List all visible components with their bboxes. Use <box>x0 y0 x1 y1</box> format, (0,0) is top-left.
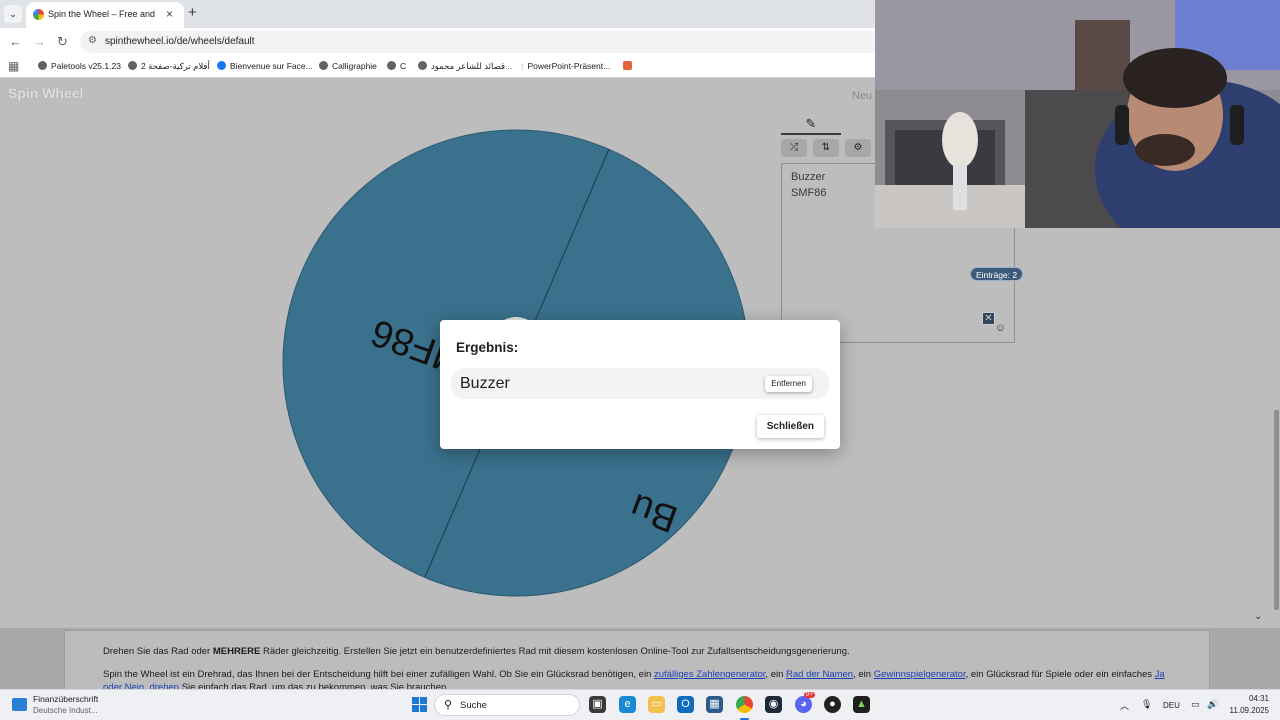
entries-count-badge: Einträge: 2 <box>970 267 1024 281</box>
store-icon[interactable]: ▦ <box>706 696 723 713</box>
reload-icon[interactable]: ↻ <box>57 34 68 50</box>
bookmark-item[interactable]: Paletools v25.1.23 <box>38 61 121 71</box>
bookmark-item[interactable]: Calligraphie <box>319 61 377 71</box>
microphone-icon[interactable]: 🎙 <box>1141 699 1152 710</box>
facebook-icon <box>217 61 226 70</box>
url-text: spinthewheel.io/de/wheels/default <box>105 36 255 47</box>
steam-icon[interactable]: ◉ <box>765 696 782 713</box>
widget-subtitle[interactable]: Deutsche Indust... <box>33 706 97 715</box>
network-icon[interactable]: ▭ <box>1191 699 1200 710</box>
shuffle-button[interactable]: ⤮ <box>781 139 807 157</box>
sort-icon: ⇅ <box>821 142 831 153</box>
app-icon[interactable]: ▲ <box>853 696 870 713</box>
tray-expand-icon[interactable]: ︿ <box>1120 699 1129 712</box>
back-icon[interactable]: ← <box>9 34 22 49</box>
result-row: Buzzer Entfernen <box>450 368 830 399</box>
shuffle-icon: ⤮ <box>790 142 798 153</box>
volume-icon[interactable]: 🔊 <box>1207 699 1218 710</box>
site-favicon-icon <box>33 9 44 20</box>
dialog-title: Ergebnis: <box>456 340 519 355</box>
globe-icon <box>319 61 328 70</box>
close-icon[interactable]: ✕ <box>982 312 995 325</box>
search-icon: ⚲ <box>444 699 453 711</box>
powerpoint-icon: ⁞ <box>521 62 524 72</box>
entry-line: Buzzer <box>791 171 826 183</box>
webcam-image <box>875 0 1280 228</box>
bookmark-item[interactable]: Bienvenue sur Face... <box>217 61 313 71</box>
tab-close-icon[interactable]: × <box>166 7 173 21</box>
site-logo[interactable]: Spin Wheel <box>8 85 83 101</box>
random-number-link[interactable]: zufälliges Zahlengenerator <box>654 669 765 680</box>
bookmark-item[interactable]: أفلام تركية-صفحة 2 <box>128 61 210 72</box>
info-paragraph-1: Drehen Sie das Rad oder MEHRERE Räder gl… <box>103 646 850 657</box>
windows-start-icon[interactable] <box>412 697 427 712</box>
globe-icon <box>418 61 427 70</box>
sort-button[interactable]: ⇅ <box>813 139 839 157</box>
gear-icon: ⚙ <box>853 142 863 153</box>
settings-button[interactable]: ⚙ <box>845 139 871 157</box>
bookmark-item[interactable] <box>623 61 636 71</box>
close-button[interactable]: Schließen <box>756 415 824 438</box>
obs-icon[interactable]: ● <box>824 696 841 713</box>
search-placeholder: Suche <box>460 700 487 711</box>
tab-title: Spin the Wheel – Free and easy <box>48 9 158 19</box>
widget-title[interactable]: Finanzüberschrift <box>33 694 98 704</box>
bookmark-item[interactable]: قصائد للشاعر محمود... <box>418 61 512 72</box>
site-info-icon[interactable]: ⚙ <box>88 35 97 46</box>
edge-icon[interactable]: e <box>619 696 636 713</box>
apps-grid-icon[interactable]: ▦ <box>8 59 19 73</box>
clock-date[interactable]: 11.09.2025 <box>1224 706 1269 715</box>
scroll-down-chevron-icon[interactable]: ⌄ <box>1254 611 1262 622</box>
new-wheel-link[interactable]: Neu <box>852 90 872 102</box>
shield-icon <box>623 61 632 70</box>
outlook-icon[interactable]: O <box>677 696 694 713</box>
discord-badge: 9+ <box>804 692 815 698</box>
news-widget-icon[interactable] <box>12 698 27 711</box>
bookmark-item[interactable]: ⁞ PowerPoint-Präsent... <box>521 61 610 72</box>
bookmark-item[interactable]: C <box>387 61 406 71</box>
browser-tab[interactable]: Spin the Wheel – Free and easy × <box>26 2 184 28</box>
discord-icon[interactable]: ◕ <box>795 696 812 713</box>
result-dialog: Ergebnis: Buzzer Entfernen Schließen <box>440 320 840 449</box>
tab-entries[interactable]: ✎ <box>781 113 841 135</box>
taskbar-search-field[interactable]: ⚲ Suche <box>434 694 580 716</box>
emoji-icon[interactable]: ☺ <box>995 322 1006 334</box>
tab-search-button[interactable]: ⌄ <box>4 5 22 23</box>
page-scrollbar[interactable] <box>1274 410 1279 610</box>
chrome-icon[interactable] <box>736 696 753 713</box>
pencil-icon: ✎ <box>805 116 817 131</box>
info-section: Drehen Sie das Rad oder MEHRERE Räder gl… <box>0 628 1280 693</box>
forward-icon[interactable]: → <box>33 34 46 49</box>
clock-time[interactable]: 04:31 <box>1229 694 1269 703</box>
remove-button[interactable]: Entfernen <box>765 376 812 392</box>
globe-icon <box>38 61 47 70</box>
task-view-icon[interactable]: ▣ <box>589 696 606 713</box>
entry-line: SMF86 <box>791 187 827 199</box>
name-wheel-link[interactable]: Rad der Namen <box>786 669 853 680</box>
file-explorer-icon[interactable]: ▭ <box>648 696 665 713</box>
globe-icon <box>128 61 137 70</box>
info-box: Drehen Sie das Rad oder MEHRERE Räder gl… <box>64 630 1210 693</box>
giveaway-link[interactable]: Gewinnspielgenerator <box>874 669 966 680</box>
language-indicator[interactable]: DEU <box>1163 701 1180 710</box>
windows-taskbar: Finanzüberschrift Deutsche Indust... ⚲ S… <box>0 689 1280 720</box>
globe-icon <box>387 61 396 70</box>
webcam-overlay <box>875 0 1280 228</box>
result-value: Buzzer <box>460 375 510 392</box>
new-tab-icon[interactable]: + <box>188 4 197 21</box>
